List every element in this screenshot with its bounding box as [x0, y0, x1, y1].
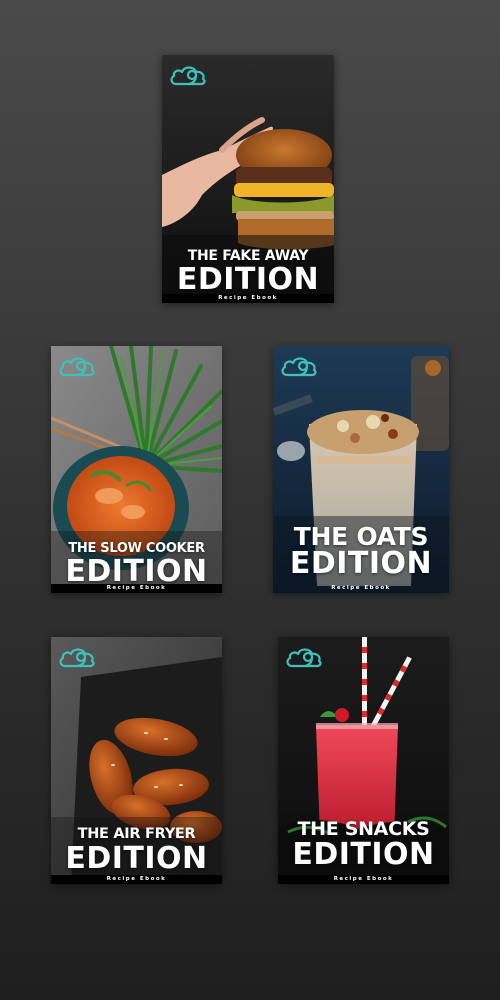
- ebook-title: THE SLOW COOKER EDITION: [51, 542, 222, 587]
- cloud-9-logo-icon: [168, 62, 208, 88]
- cloud-9-logo-icon: [279, 353, 319, 379]
- ebook-cover-fakeaway[interactable]: THE FAKE AWAY EDITION Recipe Ebook: [162, 55, 334, 303]
- ebook-title-main: EDITION: [65, 554, 208, 589]
- ebook-subtitle: Recipe Ebook: [51, 584, 222, 593]
- ebook-title-main: EDITION: [292, 837, 435, 872]
- ebook-cover-snacks[interactable]: THE SNACKS EDITION Recipe Ebook: [278, 637, 449, 884]
- ebook-title: THE AIR FRYER EDITION: [51, 827, 222, 874]
- ebook-title: THE OATS EDITION: [273, 524, 449, 579]
- ebook-cover-slowcooker[interactable]: THE SLOW COOKER EDITION Recipe Ebook: [51, 346, 222, 593]
- ebook-title-top: THE FAKE AWAY: [187, 248, 309, 264]
- cloud-9-logo-icon: [57, 644, 97, 670]
- ebook-subtitle: Recipe Ebook: [162, 294, 334, 303]
- ebook-title-top: THE AIR FRYER: [77, 826, 196, 842]
- ebook-title-main: EDITION: [176, 262, 320, 297]
- ebook-cover-airfryer[interactable]: THE AIR FRYER EDITION Recipe Ebook: [51, 637, 222, 884]
- ebook-title: THE SNACKS EDITION: [278, 820, 449, 870]
- ebook-subtitle: Recipe Ebook: [331, 585, 391, 591]
- cloud-9-logo-icon: [57, 353, 97, 379]
- ebook-cover-oats[interactable]: THE OATS EDITION Recipe Ebook: [273, 346, 449, 593]
- cloud-9-logo-icon: [284, 644, 324, 670]
- ebook-subtitle: Recipe Ebook: [51, 875, 222, 884]
- ebook-title-main: EDITION: [65, 840, 208, 876]
- ebook-title: THE FAKE AWAY EDITION: [162, 249, 334, 295]
- ebook-title-main: EDITION: [289, 546, 433, 581]
- ebook-subtitle: Recipe Ebook: [278, 875, 449, 884]
